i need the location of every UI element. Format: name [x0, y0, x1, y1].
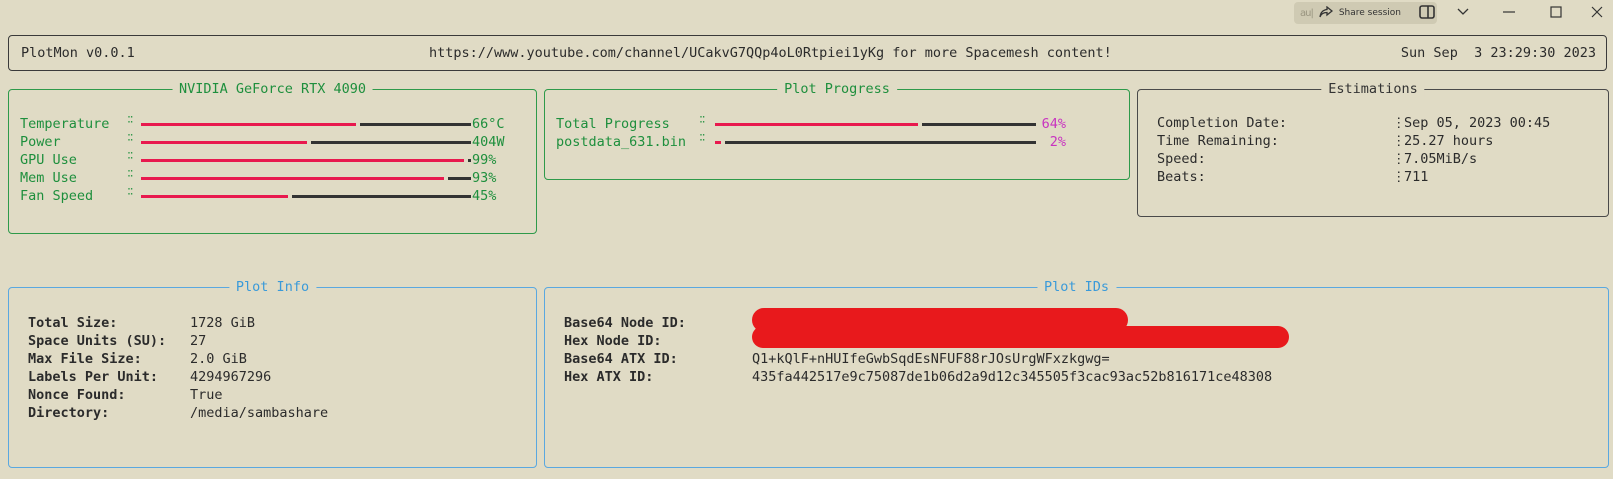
gauge-bar: [141, 141, 471, 144]
gauge-row: Mem Use ⠭ 93%: [20, 169, 520, 187]
field-value: 711: [1404, 169, 1429, 185]
plot-progress-title: Plot Progress: [777, 81, 897, 97]
field-label: Speed:: [1157, 151, 1206, 167]
app-title: PlotMon v0.0.1: [21, 45, 135, 61]
gauge-value: 404W: [472, 134, 505, 150]
field-label: Max File Size:: [28, 351, 142, 367]
header-datetime: Sun Sep 3 23:29:30 2023: [1400, 45, 1596, 61]
header-message: https://www.youtube.com/channel/UCakvG7Q…: [429, 45, 1112, 61]
field-label: Hex Node ID:: [564, 333, 662, 349]
gauge-bar: [141, 123, 471, 126]
gauge-row: postdata_631.bin ⠭ 2%: [556, 133, 1076, 151]
field-label: Base64 ATX ID:: [564, 351, 678, 367]
gauge-fill: [715, 123, 918, 126]
field-value: Sep 05, 2023 00:45: [1404, 115, 1551, 131]
gauge-track: [448, 177, 471, 180]
gauge-track: [360, 123, 471, 126]
gauge-fill: [141, 123, 357, 126]
gauge-label: Total Progress: [556, 116, 670, 132]
estimations-title: Estimations: [1321, 81, 1425, 97]
gauge-bar: [141, 177, 471, 180]
share-icon: [1319, 5, 1333, 21]
gauge-value: 64%: [1041, 116, 1066, 132]
field-label: Labels Per Unit:: [28, 369, 159, 385]
field-value: 435fa442517e9c75087de1b06d2a9d12c345505f…: [752, 369, 1273, 385]
maximize-icon[interactable]: [1541, 2, 1571, 22]
plot-ids-panel: Plot IDs Base64 Node ID: Hex Node ID: Base…: [544, 279, 1609, 468]
gauge-row: Power ⠭ 404W: [20, 133, 520, 151]
header-bar: PlotMon v0.0.1 https://www.youtube.com/c…: [8, 35, 1607, 71]
gauge-row: Total Progress ⠭ 64%: [556, 115, 1076, 133]
field-value: 2.0 GiB: [190, 351, 247, 367]
gauge-label: Fan Speed: [20, 188, 94, 204]
field-value: Q1+kQlF+nHUIfeGwbSqdEsNFUF88rJOsUrgWFxzk…: [752, 351, 1110, 367]
gauge-separator: ⠭: [127, 170, 134, 180]
plot-info-title: Plot Info: [228, 279, 317, 295]
gauge-row: Temperature ⠭ 66°C: [20, 115, 520, 133]
gauge-value: 93%: [472, 170, 497, 186]
field-value: 25.27 hours: [1404, 133, 1494, 149]
keyboard-hint: au|: [1300, 7, 1314, 19]
gauge-label: Mem Use: [20, 170, 77, 186]
plot-progress-panel: Plot Progress Total Progress ⠭ 64% postdata…: [544, 81, 1130, 180]
chevron-down-icon[interactable]: [1448, 2, 1478, 22]
share-session-label: Share session: [1338, 8, 1401, 18]
field-value: 1728 GiB: [190, 315, 256, 331]
field-value: 7.05MiB/s: [1404, 151, 1478, 167]
field-label: Nonce Found:: [28, 387, 126, 403]
redaction-mark: [752, 326, 1289, 348]
field-value: 27: [190, 333, 207, 349]
gauge-label: postdata_631.bin: [556, 134, 687, 150]
gauge-fill: [141, 141, 308, 144]
gauge-separator: ⠭: [127, 152, 134, 162]
gauge-track: [311, 141, 471, 144]
gpu-panel: NVIDIA GeForce RTX 4090 Temperature ⠭ 66°C…: [8, 81, 537, 234]
gauge-row: GPU Use ⠭ 99%: [20, 151, 520, 169]
gpu-panel-title: NVIDIA GeForce RTX 4090: [172, 81, 373, 97]
gauge-label: GPU Use: [20, 152, 77, 168]
field-label: Total Size:: [28, 315, 118, 331]
gauge-label: Temperature: [20, 116, 110, 132]
gauge-separator: ⠭: [127, 188, 134, 198]
field-label: Completion Date:: [1157, 115, 1288, 131]
estimations-panel: Estimations Completion Date: ⋮ Sep 05, 202…: [1137, 81, 1609, 217]
gauge-bar: [141, 195, 471, 198]
gauge-fill: [141, 177, 445, 180]
gauge-value: 45%: [472, 188, 497, 204]
gauge-track: [725, 141, 1036, 144]
field-label: Base64 Node ID:: [564, 315, 686, 331]
gauge-bar: [715, 141, 1036, 144]
gauge-bar: [715, 123, 1036, 126]
field-value: /media/sambashare: [190, 405, 329, 421]
share-session-button[interactable]: au| Share session: [1294, 2, 1437, 24]
field-label: Hex ATX ID:: [564, 369, 654, 385]
split-view-icon[interactable]: [1419, 4, 1435, 22]
field-label: Beats:: [1157, 169, 1206, 185]
plot-info-panel: Plot Info Total Size: 1728 GiB Space Units…: [8, 279, 537, 468]
gauge-separator: ⠭: [127, 134, 134, 144]
gauge-value: 99%: [472, 152, 497, 168]
field-label: Time Remaining:: [1157, 133, 1279, 149]
field-value: True: [190, 387, 223, 403]
gauge-bar: [141, 159, 471, 162]
gauge-track: [467, 159, 471, 162]
gauge-separator: ⠭: [699, 134, 706, 144]
plot-ids-title: Plot IDs: [1036, 279, 1117, 295]
field-label: Space Units (SU):: [28, 333, 167, 349]
minimize-icon[interactable]: [1494, 2, 1524, 22]
field-label: Directory:: [28, 405, 110, 421]
gauge-fill: [141, 159, 464, 162]
gauge-fill: [141, 195, 288, 198]
gauge-label: Power: [20, 134, 61, 150]
gauge-row: Fan Speed ⠭ 45%: [20, 187, 520, 205]
close-icon[interactable]: [1582, 2, 1612, 22]
gauge-value: 66°C: [472, 116, 505, 132]
gauge-value: 2%: [1049, 134, 1066, 150]
gauge-separator: ⠭: [699, 116, 706, 126]
field-value: 4294967296: [190, 369, 272, 385]
gauge-track: [921, 123, 1036, 126]
gauge-separator: ⠭: [127, 116, 134, 126]
gauge-track: [291, 195, 471, 198]
